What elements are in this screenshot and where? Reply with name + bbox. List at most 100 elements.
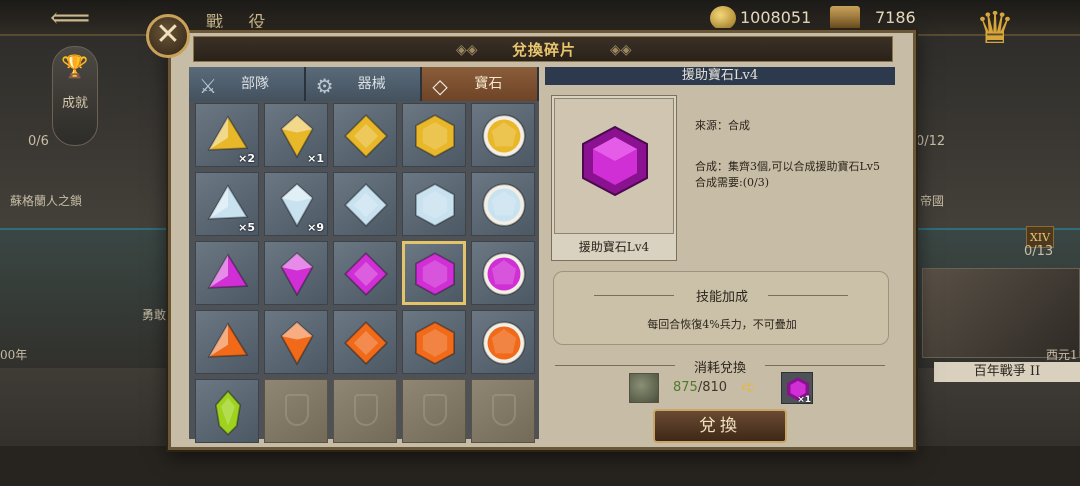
tab-gems[interactable]: ◇ 寶石 [422,67,540,101]
gem-slot[interactable] [195,241,259,305]
gem-slot[interactable]: ×2 [195,103,259,167]
right-progress-1: 0/12 [916,134,946,149]
skill-description: 每回合恢復4%兵力，不可疊加 [647,318,797,331]
tab-label: 寶石 [474,76,503,92]
left-campaign-name: 蘇格蘭人之鎖 [10,194,83,208]
gem-quantity: ×1 [307,152,324,165]
gem-hex-icon [415,321,455,365]
right-campaign-name-2: 百年戰爭 II [934,362,1080,382]
detail-header: 援助寶石Lv4 [545,67,895,85]
gem-slot[interactable] [471,241,535,305]
shield-placeholder-icon [492,394,516,426]
gem-slot[interactable] [333,103,397,167]
gem-slot[interactable] [471,172,535,236]
right-progress-2: 0/13 [1024,244,1054,259]
ore-fragment-icon [629,373,659,403]
shield-placeholder-icon [354,394,378,426]
close-button[interactable]: ✕ [146,14,190,58]
result-quantity: ×1 [797,395,811,405]
gem-leaf-icon [214,389,242,436]
divider [765,365,885,366]
fragment-need: /810 [697,380,728,395]
chest-icon [830,6,860,30]
diamond-icon: ◇ [432,74,448,98]
gem-slot[interactable] [195,310,259,374]
gem-slot[interactable] [333,241,397,305]
gem-grid: ×2 ×1 ×5 ×9 [195,103,535,443]
gem-slot[interactable]: ×9 [264,172,328,236]
gem-slot[interactable]: ×1 [264,103,328,167]
empty-slot [402,379,466,443]
gem-hex-icon [415,183,455,227]
trophy-icon: 🏆 [61,55,89,80]
shield-placeholder-icon [285,394,309,426]
tab-troops[interactable]: ⚔ 部隊 [189,67,306,101]
gem-slot[interactable] [402,103,466,167]
left-progress: 0/6 [28,134,49,149]
empty-slot [264,379,328,443]
campaign-card[interactable] [922,268,1080,358]
crown-icon[interactable]: ♛ [962,6,1028,52]
gem-hex-icon [582,125,648,197]
gem-slot[interactable] [264,310,328,374]
right-year: 西元1 [1046,348,1078,362]
consume-title: 消耗兌換 [693,361,746,376]
gem-slot[interactable] [333,310,397,374]
fragment-have: 875 [673,380,698,395]
gem-slot[interactable]: ×5 [195,172,259,236]
dialog-header: ◈◈ 兌換碎片 ◈◈ [193,36,893,62]
gem-slot[interactable] [402,172,466,236]
other-currency-value: 7186 [875,8,916,27]
gem-slot[interactable] [471,103,535,167]
empty-slot [471,379,535,443]
gem-rhombus-icon [343,113,389,159]
ornament-icon: ◈◈ [610,42,632,58]
achievement-button[interactable]: 🏆 成就 [52,46,98,146]
compose-line-2: 合成需要:(0/3) [695,176,769,189]
gem-slot[interactable] [264,241,328,305]
gem-slot[interactable] [402,310,466,374]
gold-coin-icon [710,6,736,30]
gem-slot[interactable] [195,379,259,443]
siege-icon: ⚙ [315,74,334,98]
arrow-right-icon: ➪ [741,377,757,398]
compose-text: 合成：集齊3個,可以合成援助寶石Lv5 合成需要:(0/3) [695,159,895,191]
gem-hex-icon [415,252,455,296]
source-text: 來源：合成 [695,119,750,132]
gem-slot[interactable] [333,172,397,236]
back-arrow-icon[interactable]: ⟸ [50,4,90,32]
result-gem-icon: ×1 [781,372,813,405]
gem-quantity: ×9 [307,221,324,234]
gem-hex-icon [415,114,455,158]
gem-quantity: ×2 [238,152,255,165]
gem-kite-icon [280,252,314,297]
exchange-button[interactable]: 兌換 [653,409,787,443]
gem-tri-icon [207,253,249,289]
gem-round-icon [482,252,526,296]
item-name: 援助寶石Lv4 [578,240,650,254]
achievement-label: 成就 [61,96,88,111]
tab-label: 器械 [357,76,386,92]
gem-round-icon [482,183,526,227]
tab-label: 部隊 [241,76,269,92]
gem-round-icon [482,321,526,365]
category-tabs: ⚔ 部隊 ⚙ 器械 ◇ 寶石 [189,67,540,101]
left-campaign-name-2: 勇敢 [142,308,167,322]
inventory-panel: ⚔ 部隊 ⚙ 器械 ◇ 寶石 ×2 ×1 ×5 ×9 [189,67,540,443]
gem-round-icon [482,114,526,158]
skill-bonus-box: 技能加成 每回合恢復4%兵力，不可疊加 [553,271,889,345]
detail-panel: 援助寶石Lv4 援助寶石Lv4 來源：合成 合成：集齊3個,可以合成援助寶石Lv… [545,67,895,443]
gem-rhombus-icon [343,182,389,228]
tab-machines[interactable]: ⚙ 器械 [305,67,423,101]
gem-quantity: ×5 [238,221,255,234]
divider [768,295,848,296]
shield-placeholder-icon [423,394,447,426]
left-year: 00年 [0,348,28,362]
bottom-bar [0,446,1080,486]
gem-kite-icon [280,321,314,366]
empty-slot [333,379,397,443]
item-card: 援助寶石Lv4 [551,95,677,261]
gem-slot[interactable] [402,241,466,305]
item-frame [554,98,674,234]
gem-slot[interactable] [471,310,535,374]
